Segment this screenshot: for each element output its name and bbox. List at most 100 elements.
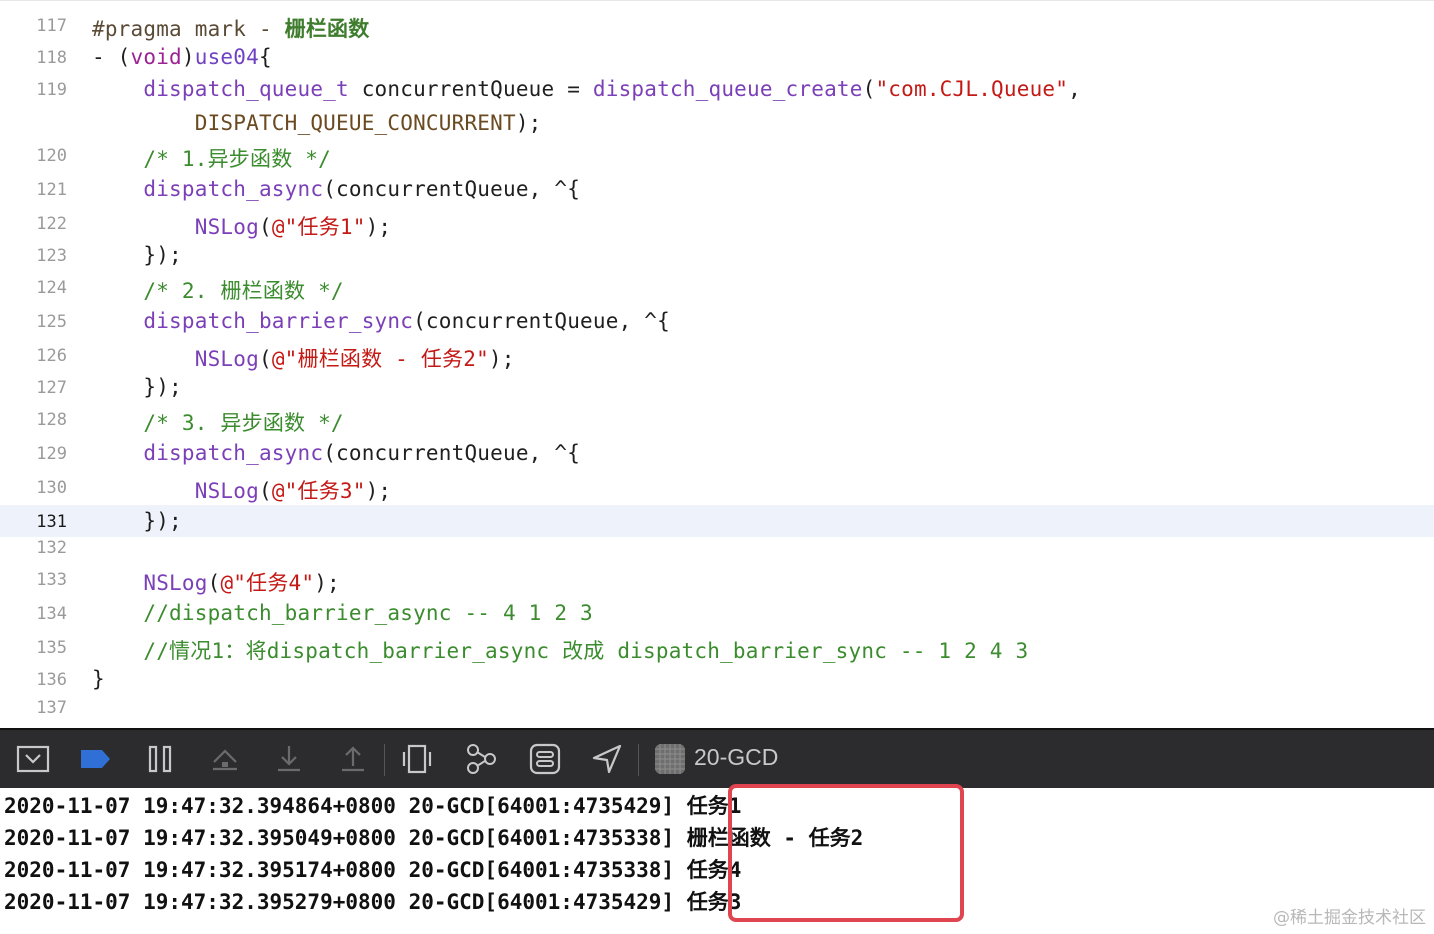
memory-graph-icon[interactable]	[464, 742, 498, 776]
console-log-line: 2020-11-07 19:47:32.395279+0800 20-GCD[6…	[4, 886, 741, 916]
code-token: dispatch_barrier_sync	[143, 309, 414, 333]
code-line[interactable]: 134 //dispatch_barrier_async -- 4 1 2 3	[0, 601, 1434, 633]
line-number: 132	[36, 538, 67, 558]
step-out-icon[interactable]	[336, 742, 370, 776]
code-editor[interactable]: 117 #pragma mark - 栅栏函数 118- (void)use04{1…	[0, 0, 1434, 728]
code-line[interactable]: 125 dispatch_barrier_sync(concurrentQueu…	[0, 309, 1434, 341]
code-token: //dispatch_barrier_async -- 4 1 2 3	[143, 601, 593, 625]
code-text: NSLog(@"栅栏函数 - 任务2");	[92, 343, 515, 373]
line-number: 125	[36, 312, 67, 332]
code-line[interactable]: 124 /* 2. 栅栏函数 */	[0, 275, 1434, 307]
line-number: 127	[36, 378, 67, 398]
code-line[interactable]: 128 /* 3. 异步函数 */	[0, 407, 1434, 439]
code-line[interactable]: 133 NSLog(@"任务4");	[0, 567, 1434, 599]
code-line[interactable]: 117 #pragma mark - 栅栏函数	[0, 13, 1434, 45]
code-text: NSLog(@"任务1");	[92, 211, 391, 241]
watermark: @稀土掘金技术社区	[1273, 908, 1426, 928]
step-into-icon[interactable]	[272, 742, 306, 776]
code-line[interactable]: 119 dispatch_queue_t concurrentQueue = d…	[0, 77, 1434, 109]
simulate-location-icon[interactable]	[590, 742, 624, 776]
code-line[interactable]: DISPATCH_QUEUE_CONCURRENT);	[0, 111, 1434, 143]
code-token: dispatch_async	[143, 177, 324, 201]
code-token: use04	[194, 45, 259, 69]
line-number: 120	[36, 146, 67, 166]
code-token: );	[488, 347, 515, 371]
code-token: (concurrentQueue, ^{	[413, 309, 670, 333]
code-text: /* 3. 异步函数 */	[92, 407, 344, 437]
code-token: dispatch_queue_create	[592, 77, 863, 101]
code-token: );	[314, 571, 340, 595]
code-text: #pragma mark - 栅栏函数	[92, 13, 369, 43]
code-token: (	[207, 571, 221, 595]
code-text: /* 2. 栅栏函数 */	[92, 275, 344, 305]
code-text: NSLog(@"任务3");	[92, 475, 391, 505]
code-line[interactable]: 127 });	[0, 375, 1434, 407]
code-line[interactable]: 130 NSLog(@"任务3");	[0, 475, 1434, 507]
code-line[interactable]: 132	[0, 535, 1434, 567]
code-token: concurrentQueue =	[348, 77, 593, 101]
debug-console[interactable]: 2020-11-07 19:47:32.394864+0800 20-GCD[6…	[0, 784, 1434, 934]
code-token: (	[862, 77, 876, 101]
line-number: 134	[36, 604, 67, 624]
code-text: //dispatch_barrier_async -- 4 1 2 3	[92, 601, 593, 625]
code-text: dispatch_async(concurrentQueue, ^{	[92, 177, 580, 201]
code-line[interactable]: 121 dispatch_async(concurrentQueue, ^{	[0, 177, 1434, 209]
code-text: - (void)use04{	[92, 45, 272, 69]
code-line[interactable]: 129 dispatch_async(concurrentQueue, ^{	[0, 441, 1434, 473]
code-line[interactable]: 120 /* 1.异步函数 */	[0, 143, 1434, 175]
code-token: )	[181, 45, 195, 69]
pause-icon[interactable]	[144, 742, 178, 776]
line-number: 121	[36, 180, 67, 200]
code-token: DISPATCH_QUEUE_CONCURRENT	[194, 111, 516, 135]
code-token: (	[258, 215, 272, 239]
line-number: 131	[36, 512, 67, 532]
console-log-line: 2020-11-07 19:47:32.395174+0800 20-GCD[6…	[4, 854, 741, 884]
code-line[interactable]: 126 NSLog(@"栅栏函数 - 任务2");	[0, 343, 1434, 375]
line-number: 135	[36, 638, 67, 658]
code-token: - (	[92, 45, 131, 69]
code-token: (concurrentQueue, ^{	[323, 177, 581, 201]
view-hierarchy-icon[interactable]	[400, 742, 434, 776]
code-token: #pragma mark -	[92, 17, 285, 41]
environment-overrides-icon[interactable]	[528, 742, 562, 776]
code-token: });	[92, 375, 182, 399]
toolbar-separator	[384, 744, 385, 776]
step-over-icon[interactable]	[208, 742, 242, 776]
line-number: 130	[36, 478, 67, 498]
app-icon	[655, 744, 685, 774]
code-text: });	[92, 243, 182, 267]
code-line-current[interactable]: 131 });	[0, 505, 1434, 537]
line-number: 118	[36, 48, 67, 68]
code-text: dispatch_barrier_sync(concurrentQueue, ^…	[92, 309, 670, 333]
code-token: dispatch_queue_t	[143, 77, 349, 101]
log-prefix: 2020-11-07 19:47:32.394864+0800 20-GCD[6…	[4, 794, 675, 818]
breakpoint-toggle-icon[interactable]	[78, 742, 112, 776]
hide-console-icon[interactable]	[16, 742, 50, 776]
code-token: (concurrentQueue, ^{	[323, 441, 581, 465]
code-token: void	[130, 45, 182, 69]
code-line[interactable]: 118 - (void)use04{	[0, 45, 1434, 77]
code-line[interactable]: 135 //情况1：将dispatch_barrier_async 改成 dis…	[0, 635, 1434, 667]
console-log-line: 2020-11-07 19:47:32.394864+0800 20-GCD[6…	[4, 790, 741, 820]
line-number: 129	[36, 444, 67, 464]
code-token: NSLog	[143, 571, 208, 595]
code-text: DISPATCH_QUEUE_CONCURRENT);	[92, 111, 542, 135]
code-line[interactable]: 123 });	[0, 243, 1434, 275]
line-number: 117	[36, 16, 67, 36]
code-token: @"任务4"	[220, 571, 315, 595]
code-token: dispatch_async	[143, 441, 324, 465]
code-line[interactable]: 122 NSLog(@"任务1");	[0, 211, 1434, 243]
line-number: 137	[36, 698, 67, 718]
target-app-name[interactable]: 20-GCD	[694, 744, 778, 771]
code-token: "com.CJL.Queue"	[875, 77, 1069, 101]
line-number: 128	[36, 410, 67, 430]
code-line[interactable]: 137	[0, 695, 1434, 727]
log-prefix: 2020-11-07 19:47:32.395049+0800 20-GCD[6…	[4, 826, 675, 850]
code-token: /* 1.异步函数 */	[143, 147, 331, 171]
